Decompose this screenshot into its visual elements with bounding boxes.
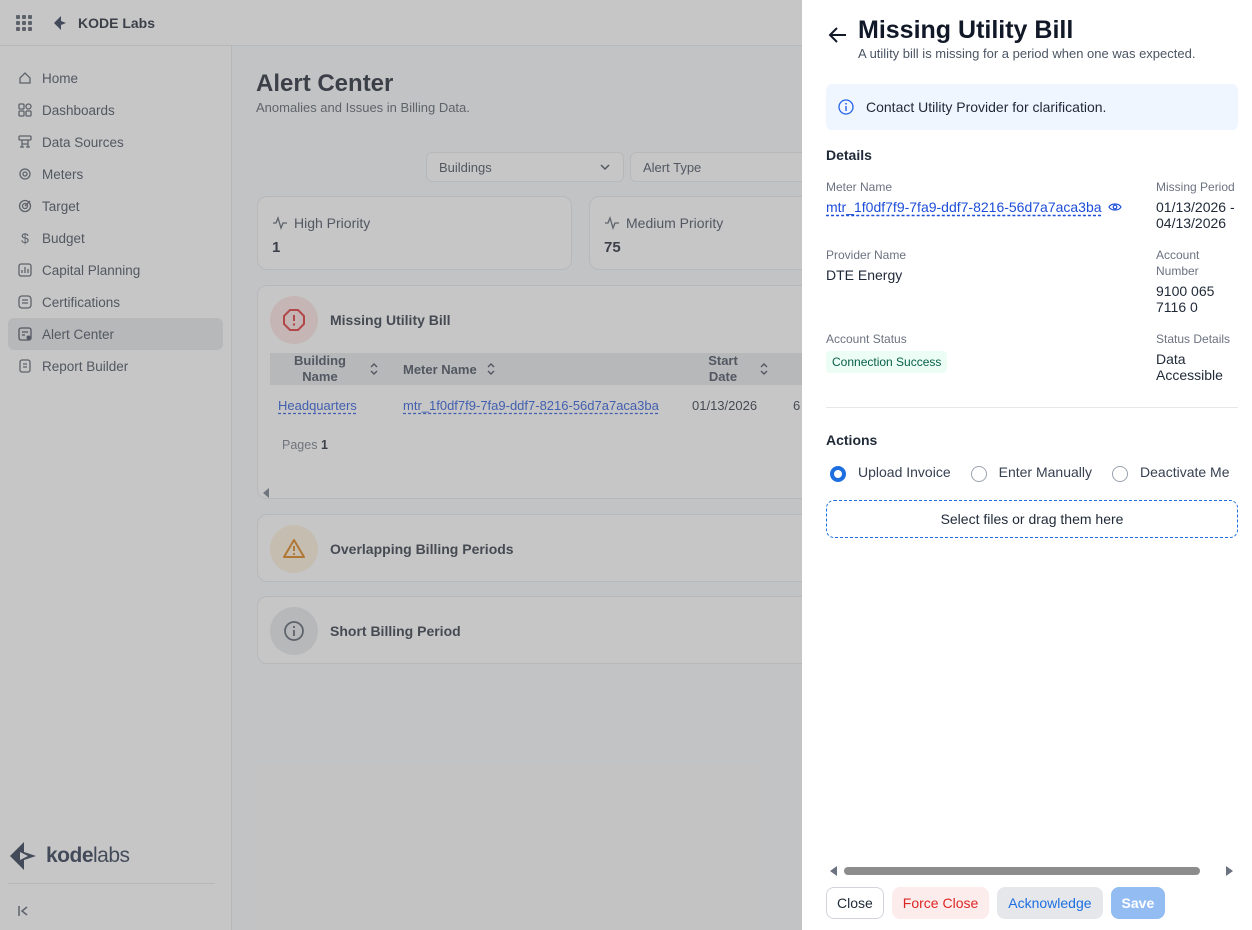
radio-enter-manually[interactable]: Enter Manually	[970, 462, 1092, 482]
actions-radio-group: Upload Invoice Enter Manually Deactivate…	[830, 462, 1250, 482]
provider-name-value: DTE Energy	[826, 267, 903, 283]
alert-detail-drawer: Missing Utility Bill A utility bill is m…	[802, 0, 1252, 930]
info-banner-text: Contact Utility Provider for clarificati…	[866, 99, 1107, 115]
account-status-label: Account Status	[826, 332, 907, 346]
scroll-right-icon[interactable]	[1226, 866, 1233, 876]
account-status-badge: Connection Success	[826, 351, 948, 373]
account-number-label: Account Number	[1156, 248, 1200, 278]
drawer-footer: Close Force Close Acknowledge Save	[826, 887, 1173, 919]
status-details-value: Data Accessible	[1156, 351, 1223, 383]
meter-name-label: Meter Name	[826, 180, 893, 194]
radio-selected-icon[interactable]	[830, 466, 846, 482]
file-dropzone[interactable]: Select files or drag them here	[826, 500, 1238, 538]
eye-icon[interactable]	[1107, 201, 1122, 213]
scrollbar-thumb[interactable]	[844, 867, 1200, 875]
missing-period-value: 01/13/2026 -04/13/2026	[1156, 199, 1235, 231]
details-heading: Details	[826, 147, 872, 163]
modal-backdrop[interactable]	[0, 0, 802, 930]
radio-unselected-icon[interactable]	[970, 466, 987, 482]
account-number-value: 9100 065 7116 0	[1156, 283, 1215, 315]
provider-name-label: Provider Name	[826, 248, 907, 262]
horizontal-scrollbar[interactable]	[826, 864, 1238, 878]
scroll-left-icon[interactable]	[830, 866, 837, 876]
radio-upload-invoice[interactable]: Upload Invoice	[830, 462, 951, 482]
acknowledge-button[interactable]: Acknowledge	[997, 887, 1103, 919]
section-divider	[826, 407, 1238, 408]
info-icon	[838, 99, 854, 115]
radio-unselected-icon[interactable]	[1112, 466, 1129, 482]
status-details-label: Status Details	[1156, 332, 1231, 346]
missing-period-label: Missing Period	[1156, 180, 1235, 194]
force-close-button[interactable]: Force Close	[891, 887, 990, 919]
close-button[interactable]: Close	[826, 887, 884, 919]
drawer-title: Missing Utility Bill	[858, 16, 1074, 44]
radio-deactivate-meter[interactable]: Deactivate Me	[1112, 462, 1230, 482]
back-arrow-icon[interactable]	[828, 26, 848, 44]
save-button[interactable]: Save	[1110, 887, 1166, 919]
meter-name-link[interactable]: mtr_1f0df7f9-7fa9-ddf7-8216-56d7a7aca3ba	[826, 199, 1122, 215]
actions-heading: Actions	[826, 432, 878, 448]
info-banner: Contact Utility Provider for clarificati…	[826, 84, 1238, 130]
drawer-subtitle: A utility bill is missing for a period w…	[858, 46, 1196, 61]
